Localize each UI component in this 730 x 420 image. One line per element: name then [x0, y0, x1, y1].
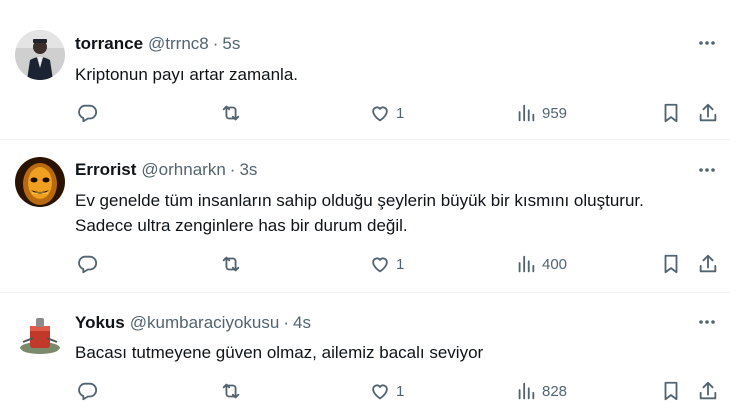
like-icon	[372, 257, 388, 273]
avatar[interactable]	[15, 30, 65, 80]
share-button[interactable]	[697, 101, 719, 125]
user-handle[interactable]: @kumbaraciyokusu	[130, 313, 280, 333]
like-button[interactable]: 1	[369, 379, 404, 403]
retweet-icon	[222, 256, 240, 272]
views-icon	[518, 382, 535, 400]
retweet-button[interactable]	[220, 101, 242, 125]
avatar-image	[15, 30, 65, 80]
views-icon	[518, 255, 535, 273]
tweet[interactable]: torrance @trrnc8 · 5s Kriptonun payı art…	[0, 0, 730, 140]
avatar-image	[15, 308, 65, 358]
avatar[interactable]	[15, 157, 65, 207]
like-icon	[372, 106, 388, 122]
bookmark-icon	[664, 381, 678, 401]
view-count: 400	[542, 255, 568, 273]
like-button[interactable]: 1	[369, 101, 404, 125]
more-icon[interactable]	[696, 159, 718, 181]
bookmark-button[interactable]	[660, 252, 682, 276]
reply-button[interactable]	[76, 101, 98, 125]
more-icon[interactable]	[696, 311, 718, 333]
like-button[interactable]: 1	[369, 252, 404, 276]
like-count: 1	[396, 382, 405, 400]
like-icon	[372, 384, 388, 400]
display-name[interactable]: Yokus	[75, 313, 125, 333]
more-icon[interactable]	[696, 32, 718, 54]
reply-icon	[78, 255, 98, 274]
view-count: 828	[542, 382, 568, 400]
timestamp[interactable]: 4s	[293, 313, 311, 333]
tweet-text-line: Sadece ultra zenginlere has bir durum de…	[75, 216, 408, 235]
like-count: 1	[396, 104, 405, 122]
share-button[interactable]	[697, 252, 719, 276]
user-handle[interactable]: @orhnarkn	[141, 160, 225, 180]
like-count: 1	[396, 255, 405, 273]
tweet-actions: 1 959	[75, 101, 720, 125]
reply-button[interactable]	[76, 252, 98, 276]
view-count: 959	[542, 104, 568, 122]
bookmark-icon	[664, 254, 678, 274]
views-icon	[518, 104, 535, 122]
timestamp[interactable]: 5s	[222, 34, 240, 54]
tweet[interactable]: Errorist @orhnarkn · 3s Ev genelde tüm i…	[0, 140, 730, 293]
share-icon	[699, 103, 717, 122]
tweet-text-line: Bacası tutmeyene güven olmaz, ailemiz ba…	[75, 343, 484, 362]
retweet-icon	[222, 383, 240, 399]
timestamp[interactable]: 3s	[239, 160, 257, 180]
views-button[interactable]: 959	[515, 101, 567, 125]
reply-button[interactable]	[76, 379, 98, 403]
display-name[interactable]: Errorist	[75, 160, 136, 180]
share-icon	[699, 254, 717, 273]
reply-icon	[78, 382, 98, 401]
tweet-text: Bacası tutmeyene güven olmaz, ailemiz ba…	[75, 340, 720, 365]
tweet-text-line: Ev genelde tüm insanların sahip olduğu ş…	[75, 191, 644, 210]
share-button[interactable]	[697, 379, 719, 403]
views-button[interactable]: 400	[515, 252, 567, 276]
bookmark-icon	[664, 103, 678, 123]
bookmark-button[interactable]	[660, 379, 682, 403]
retweet-button[interactable]	[220, 379, 242, 403]
tweet-text: Ev genelde tüm insanların sahip olduğu ş…	[75, 188, 720, 238]
user-handle[interactable]: @trrnc8	[148, 34, 209, 54]
avatar-image	[15, 157, 65, 207]
tweet-text: Kriptonun payı artar zamanla.	[75, 62, 720, 87]
tweet-header: torrance @trrnc8 · 5s	[75, 34, 240, 54]
avatar[interactable]	[15, 308, 65, 358]
share-icon	[699, 381, 717, 400]
retweet-button[interactable]	[220, 252, 242, 276]
bookmark-button[interactable]	[660, 101, 682, 125]
separator-dot: ·	[229, 160, 236, 179]
tweet-actions: 1 400	[75, 252, 720, 276]
separator-dot: ·	[212, 34, 219, 53]
views-button[interactable]: 828	[515, 379, 567, 403]
retweet-icon	[222, 105, 240, 121]
tweet[interactable]: Yokus @kumbaraciyokusu · 4s Bacası tutme…	[0, 293, 730, 420]
tweet-text-line: Kriptonun payı artar zamanla.	[75, 65, 299, 84]
display-name[interactable]: torrance	[75, 34, 143, 54]
separator-dot: ·	[283, 313, 289, 332]
reply-icon	[78, 104, 98, 123]
tweet-feed: torrance @trrnc8 · 5s Kriptonun payı art…	[0, 0, 730, 420]
tweet-header: Yokus @kumbaraciyokusu · 4s	[75, 313, 311, 333]
tweet-header: Errorist @orhnarkn · 3s	[75, 160, 257, 180]
tweet-actions: 1 828	[75, 379, 720, 403]
